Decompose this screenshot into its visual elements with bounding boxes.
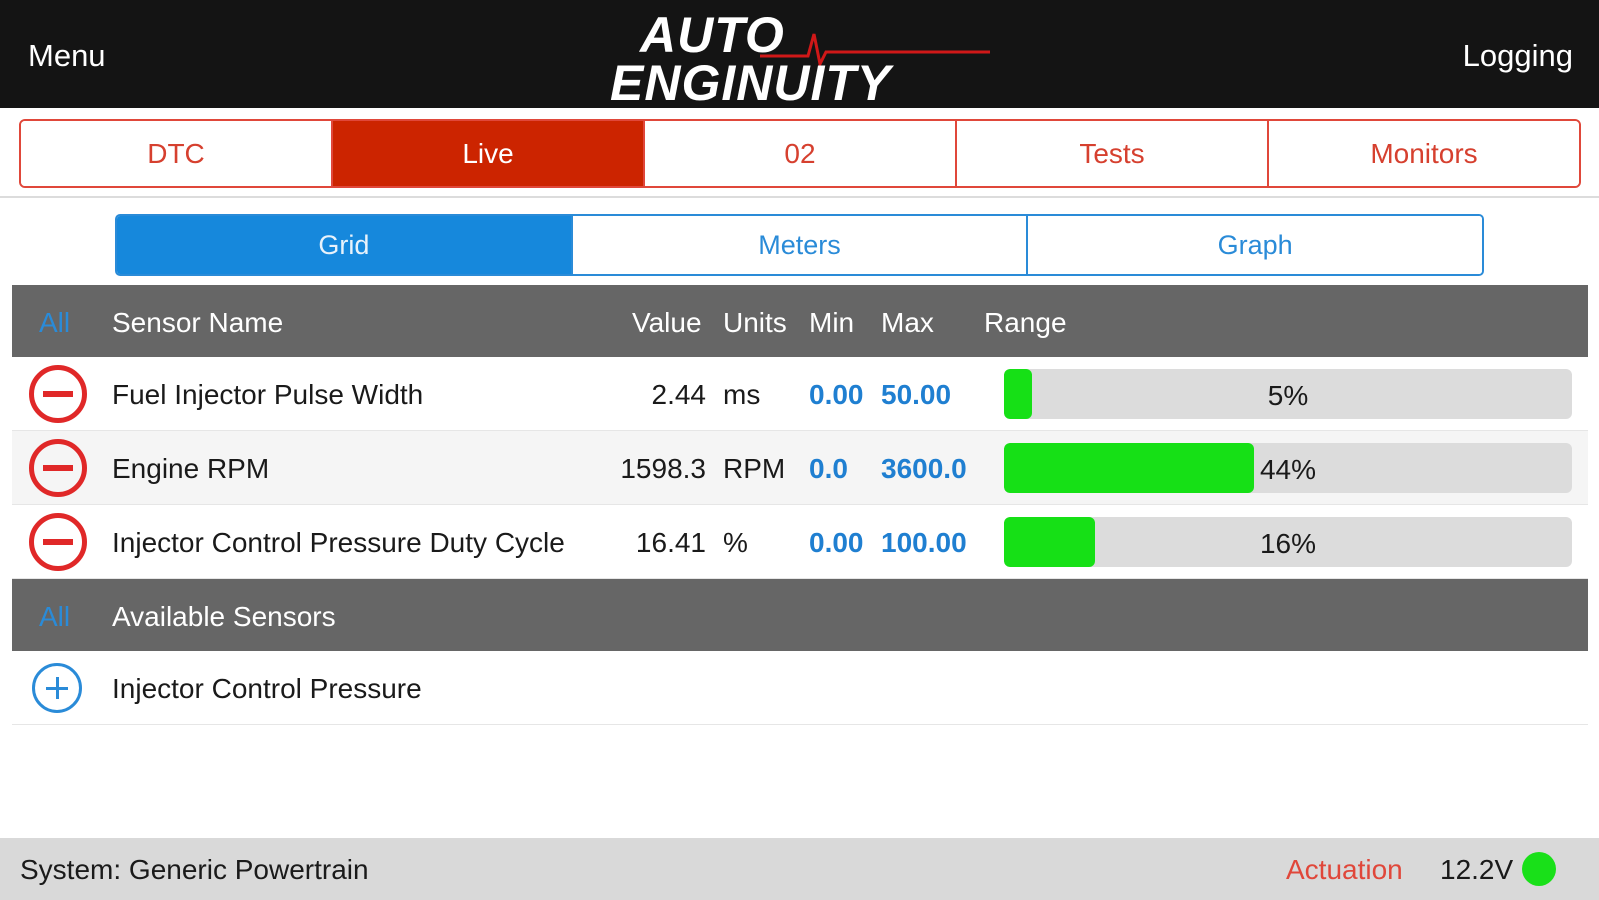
sensor-units: % (723, 527, 748, 558)
sensor-name: Fuel Injector Pulse Width (112, 379, 424, 410)
add-all-link[interactable]: All (39, 601, 70, 633)
view-mode-tab-bar: Grid Meters Graph (115, 214, 1484, 276)
sensor-units: RPM (723, 453, 786, 484)
app-header: Menu AUTO ENGINUITY Logging (0, 0, 1599, 111)
tab-live[interactable]: Live (333, 121, 645, 186)
logging-button[interactable]: Logging (1463, 38, 1573, 74)
tab-tests[interactable]: Tests (957, 121, 1269, 186)
select-all-link[interactable]: All (39, 307, 70, 339)
tab-meters[interactable]: Meters (572, 216, 1029, 274)
actuation-button[interactable]: Actuation (1286, 854, 1403, 886)
sensor-max[interactable]: 100.00 (881, 527, 967, 559)
sensor-min[interactable]: 0.0 (809, 453, 848, 485)
tab-o2[interactable]: 02 (645, 121, 957, 186)
sensor-value: 16.41 (635, 527, 706, 558)
sensor-min[interactable]: 0.00 (809, 379, 864, 411)
list-item: Injector Control Pressure (12, 651, 1588, 725)
tab-dtc[interactable]: DTC (21, 121, 333, 186)
sensor-max[interactable]: 3600.0 (881, 453, 967, 485)
remove-sensor-button[interactable] (29, 365, 87, 423)
range-percent: 16% (1259, 528, 1317, 559)
range-percent: 5% (1267, 380, 1309, 411)
auto-enginuity-logo: AUTO ENGINUITY (610, 6, 990, 111)
header-range: Range (984, 307, 1067, 338)
header-min: Min (809, 307, 855, 338)
sensor-units: ms (723, 379, 761, 410)
header-value: Value (632, 307, 702, 338)
table-row: Engine RPM 1598.3 RPM 0.0 3600.0 44% (12, 431, 1588, 505)
sensor-max[interactable]: 50.00 (881, 379, 951, 411)
main-tab-bar: DTC Live 02 Tests Monitors (19, 119, 1581, 188)
logo-text-enginuity: ENGINUITY (610, 55, 892, 111)
range-bar: 44% (1004, 443, 1572, 493)
sensor-name: Injector Control Pressure Duty Cycle (112, 527, 565, 558)
menu-button[interactable]: Menu (28, 38, 106, 74)
header-units: Units (723, 307, 787, 338)
range-percent: 44% (1259, 454, 1317, 485)
sensor-value: 1598.3 (620, 453, 706, 484)
sensor-min[interactable]: 0.00 (809, 527, 864, 559)
header-max: Max (881, 307, 934, 338)
available-sensors-header: All Available Sensors (12, 579, 1588, 651)
table-row: Fuel Injector Pulse Width 2.44 ms 0.00 5… (12, 357, 1588, 431)
range-bar: 5% (1004, 369, 1572, 419)
sensor-table-header: All Sensor Name Value Units Min Max Rang… (12, 285, 1588, 357)
remove-sensor-button[interactable] (29, 513, 87, 571)
sensor-name: Engine RPM (112, 453, 270, 484)
tab-grid[interactable]: Grid (117, 216, 573, 274)
table-row: Injector Control Pressure Duty Cycle 16.… (12, 505, 1588, 579)
connection-status-indicator (1522, 852, 1556, 886)
status-bar: System: Generic Powertrain Actuation 12.… (0, 838, 1599, 900)
tab-graph[interactable]: Graph (1028, 216, 1482, 274)
available-sensors-title: Available Sensors (112, 601, 336, 632)
sensor-value: 2.44 (651, 379, 707, 410)
header-sensor-name: Sensor Name (112, 307, 284, 338)
system-status: System: Generic Powertrain (20, 854, 369, 885)
remove-sensor-button[interactable] (29, 439, 87, 497)
tab-monitors[interactable]: Monitors (1269, 121, 1579, 186)
range-bar: 16% (1004, 517, 1572, 567)
add-sensor-button[interactable] (32, 663, 82, 713)
tabs-divider (0, 196, 1599, 198)
voltage-readout: 12.2V (1440, 854, 1514, 885)
available-sensor-name: Injector Control Pressure (112, 673, 422, 704)
